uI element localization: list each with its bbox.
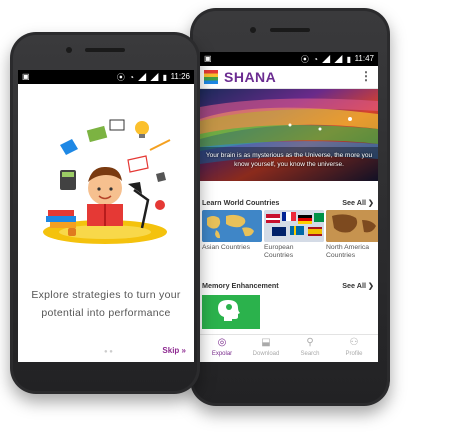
image-notification-icon: ▣: [204, 54, 212, 63]
search-icon: ⚲: [306, 337, 314, 348]
skip-button[interactable]: Skip »: [162, 346, 186, 355]
card-label: Asian Countries: [202, 244, 250, 251]
card-european-countries[interactable]: [264, 210, 324, 242]
nav-search[interactable]: ⚲ Search: [288, 337, 332, 357]
hero-quote: Your brain is as mysterious as the Unive…: [204, 151, 374, 169]
image-notification-icon: ▣: [22, 72, 30, 81]
see-all-link[interactable]: See All ❯: [342, 198, 374, 207]
speaker-grille: [85, 48, 125, 52]
nav-label: Search: [300, 351, 320, 357]
vintage-map-image: [326, 210, 378, 242]
status-bar: ▣ ⦿ ◔ ◢ ◢ ▮ 11:47: [200, 52, 378, 66]
phone-device-front: ▣ ⦿ ◔ ◢ ◢ ▮ 11:26 Explore strategies to …: [10, 32, 200, 394]
page-indicator: ● ●: [104, 349, 113, 355]
card-north-america-countries[interactable]: [326, 210, 378, 242]
speaker-grille: [270, 28, 310, 32]
status-icons: ⦿ ◔ ◢ ◢ ▮: [300, 55, 352, 64]
section-header-memory: Memory Enhancement See All ❯: [200, 278, 378, 292]
phone-device-back: ▣ ⦿ ◔ ◢ ◢ ▮ 11:47 SHANA ⋮ Your brain is …: [190, 8, 390, 406]
onboarding-tagline: Explore strategies to turn your potentia…: [24, 286, 188, 322]
status-bar: ▣ ⦿ ◔ ◢ ◢ ▮ 11:26: [18, 70, 194, 84]
student-reading-illustration: [43, 119, 171, 244]
card-label: European Countries: [264, 244, 294, 259]
countries-carousel: Asian Countries European Countries North…: [200, 210, 378, 270]
front-camera: [66, 47, 72, 53]
compass-icon: ◎: [217, 337, 227, 348]
card-label: North America Countries: [326, 244, 370, 259]
hero-quote-line-2: know yourself, you know the universe.: [234, 161, 344, 168]
bottom-navigation: ◎ Expolar ⬓ Download ⚲ Search ⚇ Profile: [200, 334, 378, 362]
nav-explore[interactable]: ◎ Expolar: [200, 337, 244, 357]
app-title: SHANA: [224, 69, 277, 85]
app-bar: SHANA ⋮: [200, 66, 378, 89]
section-header-countries: Learn World Countries See All ❯: [200, 195, 378, 209]
nav-label: Expolar: [211, 351, 233, 357]
card-asian-countries[interactable]: [202, 210, 262, 242]
hero-banner[interactable]: Your brain is as mysterious as the Unive…: [200, 89, 378, 181]
nav-label: Profile: [345, 351, 363, 357]
profile-icon: ⚇: [349, 337, 359, 348]
section-title: Learn World Countries: [202, 198, 280, 207]
status-time: 11:26: [170, 72, 190, 81]
section-title: Memory Enhancement: [202, 281, 279, 290]
tagline-line-2: potential into performance: [41, 307, 171, 319]
app-logo-icon: [204, 70, 218, 84]
status-time: 11:47: [354, 54, 374, 63]
brain-head-icon: [218, 300, 240, 321]
see-all-link[interactable]: See All ❯: [342, 281, 374, 290]
nav-download[interactable]: ⬓ Download: [244, 337, 288, 357]
front-camera: [250, 27, 256, 33]
nav-label: Download: [252, 351, 280, 357]
more-options-icon[interactable]: ⋮: [360, 69, 372, 83]
download-icon: ⬓: [261, 337, 271, 348]
world-map-image: [202, 210, 262, 242]
tagline-line-1: Explore strategies to turn your: [31, 289, 181, 301]
nav-profile[interactable]: ⚇ Profile: [332, 337, 376, 357]
onboarding-screen: ▣ ⦿ ◔ ◢ ◢ ▮ 11:26 Explore strategies to …: [18, 70, 194, 362]
app-home-screen: ▣ ⦿ ◔ ◢ ◢ ▮ 11:47 SHANA ⋮ Your brain is …: [200, 52, 378, 362]
status-icons: ⦿ ◔ ◢ ◢ ▮: [116, 73, 168, 82]
card-memory-enhancement[interactable]: [202, 295, 260, 329]
flags-image: [264, 210, 324, 242]
hero-quote-line-1: Your brain is as mysterious as the Unive…: [205, 152, 373, 159]
